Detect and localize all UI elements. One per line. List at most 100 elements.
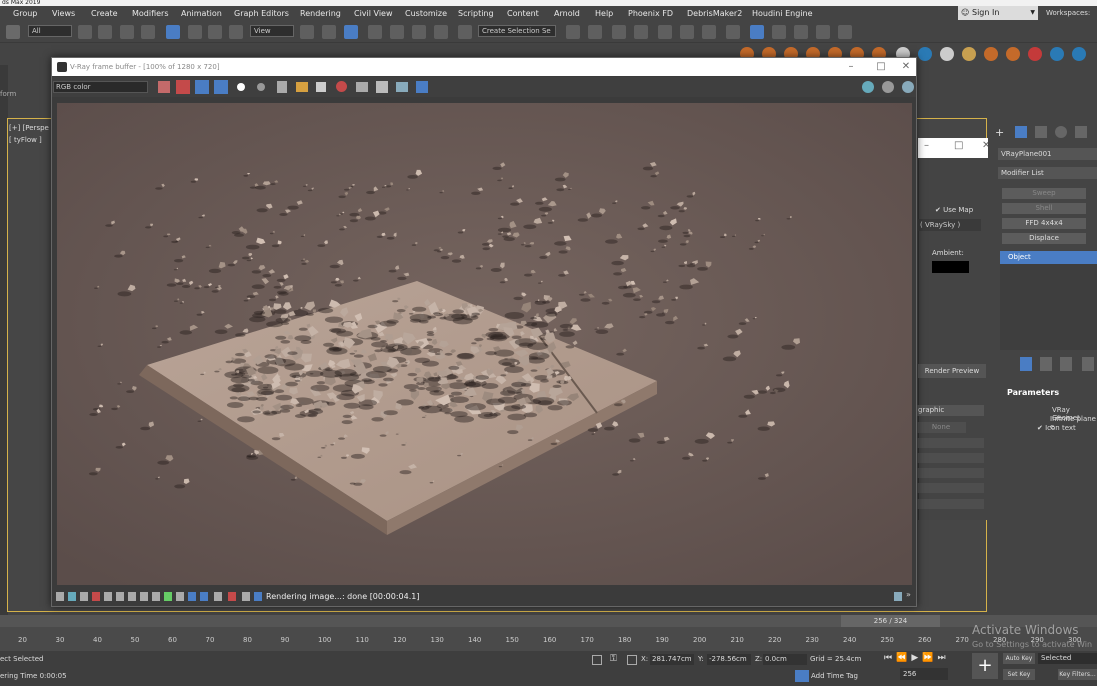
modifier-sweep-button[interactable]: Sweep [1002,188,1086,199]
projection-dropdown[interactable]: graphic [916,405,984,416]
modifier-stack[interactable] [1000,264,1097,350]
render-activeshade-icon[interactable] [838,25,852,39]
menu-civil-view[interactable]: Civil View [354,6,393,21]
close-icon[interactable]: ✕ [896,58,916,76]
play-icon[interactable]: ▶ [911,653,922,663]
render-setup-icon[interactable] [750,25,764,39]
z-coordinate-field[interactable]: 0.0cm [763,654,807,665]
maximize-icon[interactable]: □ [954,140,963,151]
vfb-expand-icon[interactable] [894,592,902,601]
stop-render-icon[interactable] [882,81,894,93]
link-icon[interactable] [396,82,408,92]
rendered-image[interactable] [57,103,912,585]
curve-editor-icon[interactable] [680,25,694,39]
menu-graph-editors[interactable]: Graph Editors [234,6,289,21]
show-end-result-icon[interactable] [1040,357,1052,371]
vfb-tool-icon[interactable] [228,592,236,601]
named-selection-dropdown[interactable]: Create Selection Se [478,25,556,37]
parameters-header[interactable]: Parameters [1000,386,1097,400]
teapot-icon[interactable] [862,81,874,93]
alpha-icon[interactable] [237,83,245,91]
vray-plane-icon[interactable] [1028,47,1042,61]
menu-help[interactable]: Help [595,6,613,21]
vray-sphere-icon[interactable] [1050,47,1064,61]
environment-map-button[interactable]: ( VRaySky ) [918,219,981,231]
history-icon[interactable] [416,81,428,93]
rotate-icon[interactable] [188,25,202,39]
angle-snap-icon[interactable] [390,25,404,39]
add-time-tag-label[interactable]: Add Time Tag [811,672,858,680]
pivot-icon[interactable] [300,25,314,39]
set-keys-icon[interactable]: + [972,653,998,679]
undo-icon[interactable] [6,25,20,39]
menu-customize[interactable]: Customize [405,6,447,21]
vfb-tool-icon[interactable] [254,592,262,601]
add-time-tag-icon[interactable] [795,670,809,682]
ambient-color-swatch[interactable] [932,261,969,273]
menu-phoenix-fd[interactable]: Phoenix FD [628,6,673,21]
vfb-tool-icon[interactable] [188,592,196,601]
viewport-shading-label[interactable]: [ tyFlow ] [9,136,42,144]
vfb-tool-icon[interactable] [164,592,172,601]
red-channel-icon[interactable] [176,80,190,94]
current-frame-field[interactable]: 256 [900,668,948,680]
use-map-checkbox[interactable]: ✔ Use Map [935,206,973,214]
vfb-tool-icon[interactable] [140,592,148,601]
vfb-tool-icon[interactable] [242,592,250,601]
next-frame-icon[interactable]: ⏩ [922,653,937,663]
vray-dome-icon[interactable] [962,47,976,61]
menu-content[interactable]: Content [507,6,539,21]
key-selection-dropdown[interactable]: Selected [1038,653,1097,664]
align-icon[interactable] [588,25,602,39]
vfb-tool-icon[interactable] [116,592,124,601]
y-coordinate-field[interactable]: -278.56cm [707,654,751,665]
menu-modifiers[interactable]: Modifiers [132,6,169,21]
time-slider-frame[interactable]: 256 / 324 [841,615,940,627]
select-by-name-icon[interactable] [98,25,112,39]
spinner-snap-icon[interactable] [434,25,448,39]
isolate-icon[interactable] [592,655,602,665]
keyboard-shortcut-icon[interactable] [344,25,358,39]
param-spinner[interactable] [916,453,984,463]
channel-icon[interactable] [158,81,170,93]
x-coordinate-field[interactable]: 281.747cm [650,654,694,665]
param-spinner[interactable] [916,438,984,448]
param-spinner[interactable] [916,499,984,509]
maximize-icon[interactable]: □ [866,58,896,76]
auto-key-button[interactable]: Auto Key [1003,653,1035,664]
rect-selection-icon[interactable] [120,25,134,39]
none-button[interactable]: None [916,422,966,433]
region-render-icon[interactable] [376,81,388,93]
vfb-tool-icon[interactable] [128,592,136,601]
edit-named-selection-icon[interactable] [458,25,472,39]
go-to-end-icon[interactable]: ⏭ [937,653,949,663]
menu-debrismaker2[interactable]: DebrisMaker2 [687,6,742,21]
modifier-ffd-button[interactable]: FFD 4x4x4 [1002,218,1086,229]
vfb-tool-icon[interactable] [176,592,184,601]
icon-text-checkbox[interactable]: ✔ Icon text [1037,424,1076,432]
material-editor-icon[interactable] [726,25,740,39]
modify-tab-icon[interactable] [1015,126,1027,138]
sign-in-dropdown[interactable]: ☺ Sign In ▼ [958,6,1038,20]
scale-icon[interactable] [208,25,222,39]
menu-group[interactable]: Group [13,6,37,21]
green-channel-icon[interactable] [195,80,209,94]
pin-stack-icon[interactable] [1020,357,1032,371]
select-manipulate-icon[interactable] [322,25,336,39]
move-icon[interactable] [166,25,180,39]
render-icon[interactable] [902,81,914,93]
set-key-button[interactable]: Set Key [1003,669,1035,680]
menu-houdini-engine[interactable]: Houdini Engine [752,6,813,21]
vfb-tool-icon[interactable] [56,592,64,601]
placement-icon[interactable] [229,25,243,39]
viewport-label[interactable]: [+] [Perspe [9,124,49,132]
blue-channel-icon[interactable] [214,80,228,94]
create-tab-icon[interactable]: + [995,126,1004,139]
render-preview-button[interactable]: Render Preview [918,364,986,378]
menu-animation[interactable]: Animation [181,6,222,21]
absolute-mode-icon[interactable] [627,655,637,665]
vray-sun-icon[interactable] [940,47,954,61]
snaps-icon[interactable] [368,25,382,39]
window-crossing-icon[interactable] [141,25,155,39]
vray-mesh-icon[interactable] [1072,47,1086,61]
